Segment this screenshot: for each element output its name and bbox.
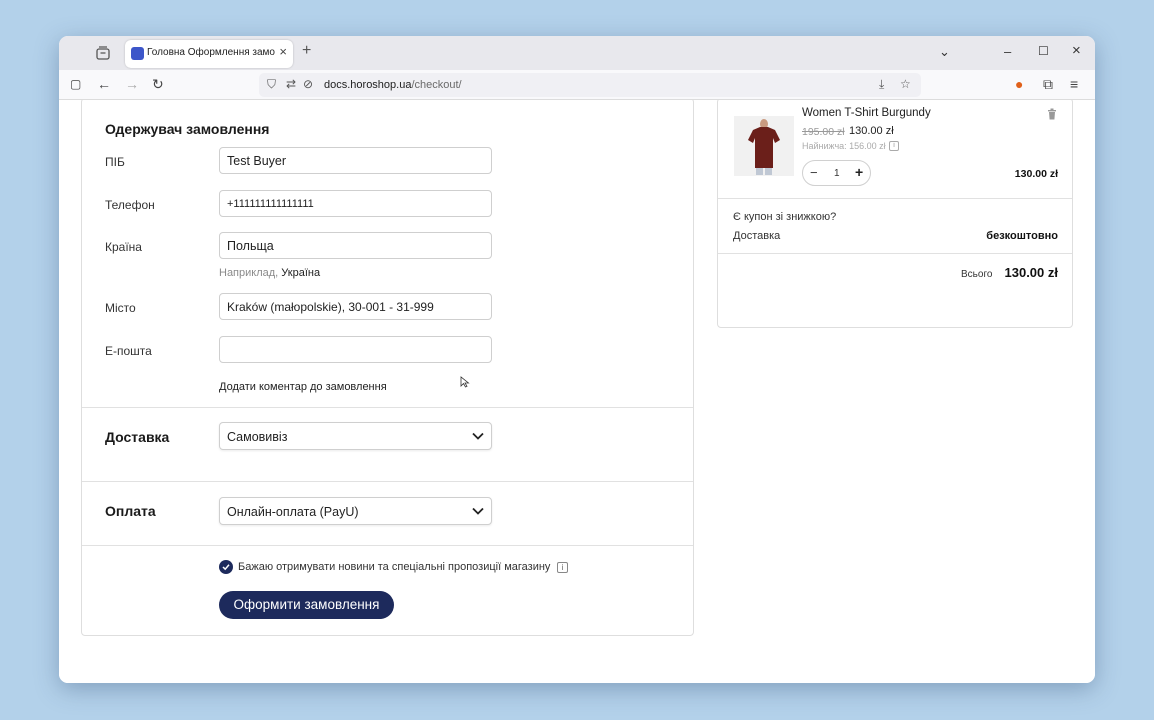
- tab-close-icon[interactable]: ×: [279, 44, 287, 59]
- reload-icon[interactable]: ↻: [152, 76, 164, 93]
- coupon-link[interactable]: Є купон зі знижкою?: [733, 211, 836, 223]
- quantity-stepper: − 1 +: [802, 160, 871, 186]
- checkout-page: Одержувач замовлення ПІБ Test Buyer Теле…: [59, 100, 1095, 683]
- country-label: Країна: [105, 240, 142, 254]
- name-label: ПІБ: [105, 155, 125, 169]
- payment-title: Оплата: [105, 503, 156, 519]
- newsletter-label[interactable]: Бажаю отримувати новини та спеціальні пр…: [238, 561, 550, 573]
- tracking-protection-icon[interactable]: ⊘: [303, 77, 313, 91]
- cart-summary: Women T-Shirt Burgundy 195.00 zł 130.00 …: [717, 100, 1073, 328]
- navigation-bar: ▢ ← → ↻ ⛉ ⇄ ⊘ docs.horoshop.ua/checkout/…: [59, 70, 1095, 100]
- address-bar[interactable]: ⛉ ⇄ ⊘ docs.horoshop.ua/checkout/ ⤓ ☆: [259, 73, 921, 97]
- increase-quantity-button[interactable]: +: [855, 164, 863, 180]
- close-window-icon[interactable]: ×: [1072, 42, 1081, 59]
- old-price: 195.00 zł: [802, 126, 845, 138]
- city-label: Місто: [105, 301, 136, 315]
- country-hint: Наприклад, Україна: [219, 267, 320, 279]
- phone-input[interactable]: +111111111111111: [219, 190, 492, 217]
- info-icon[interactable]: i: [557, 562, 568, 573]
- email-label: E-пошта: [105, 344, 152, 358]
- country-hint-prefix: Наприклад,: [219, 267, 279, 279]
- country-input[interactable]: Польща: [219, 232, 492, 259]
- back-arrow-icon[interactable]: ←: [97, 76, 111, 92]
- decrease-quantity-button[interactable]: −: [810, 165, 818, 180]
- url-host: docs.horoshop.ua: [324, 79, 412, 91]
- delivery-select[interactable]: Самовивіз: [219, 422, 492, 450]
- cart-delivery-value: безкоштовно: [986, 230, 1058, 242]
- tab-title: Головна Оформлення замовлення: [147, 47, 275, 58]
- trash-icon[interactable]: [1047, 108, 1057, 120]
- url-path: /checkout/: [411, 79, 462, 91]
- lowest-price: Найнижча: 156.00 zł: [802, 141, 886, 151]
- delivery-selected: Самовивіз: [227, 430, 288, 444]
- divider: [82, 407, 693, 408]
- divider: [82, 545, 693, 546]
- shield-icon[interactable]: ⛉: [267, 77, 276, 92]
- line-total: 130.00 zł: [1014, 168, 1058, 180]
- divider: [718, 198, 1072, 199]
- payment-selected: Онлайн-оплата (PayU): [227, 505, 359, 519]
- product-image[interactable]: [734, 116, 794, 176]
- current-price: 130.00 zł: [849, 125, 894, 137]
- country-hint-example[interactable]: Україна: [281, 267, 320, 279]
- cart-delivery-label: Доставка: [733, 230, 781, 242]
- payment-select[interactable]: Онлайн-оплата (PayU): [219, 497, 492, 525]
- place-order-button[interactable]: Оформити замовлення: [219, 591, 394, 619]
- lowest-price-info-icon[interactable]: i: [889, 141, 899, 151]
- browser-tab[interactable]: Головна Оформлення замовлення ×: [125, 40, 293, 68]
- quantity-value[interactable]: 1: [834, 168, 840, 179]
- maximize-icon[interactable]: ☐: [1038, 44, 1049, 58]
- sidebar-toggle-icon[interactable]: ▢: [70, 77, 81, 91]
- city-input[interactable]: Kraków (małopolskie), 30-001 - 31-999: [219, 293, 492, 320]
- new-tab-icon[interactable]: +: [302, 42, 311, 60]
- email-input[interactable]: [219, 336, 492, 363]
- menu-icon[interactable]: ≡: [1070, 76, 1078, 92]
- mouse-cursor-icon: [460, 376, 470, 388]
- chevron-down-icon: [472, 507, 484, 515]
- total-value: 130.00 zł: [1004, 265, 1059, 280]
- permissions-icon[interactable]: ⇄: [286, 77, 296, 91]
- browser-window: Головна Оформлення замовлення × + ⌄ – ☐ …: [59, 36, 1095, 683]
- phone-label: Телефон: [105, 198, 155, 212]
- newsletter-checkbox[interactable]: [219, 560, 233, 574]
- checkout-form: Одержувач замовлення ПІБ Test Buyer Теле…: [81, 100, 694, 636]
- forward-arrow-icon[interactable]: →: [125, 76, 139, 92]
- divider: [718, 253, 1072, 254]
- check-icon: [222, 564, 230, 571]
- extensions-icon[interactable]: ⧉: [1043, 76, 1053, 93]
- tab-manager-icon[interactable]: [95, 45, 111, 61]
- name-input[interactable]: Test Buyer: [219, 147, 492, 174]
- tab-list-chevron-icon[interactable]: ⌄: [939, 44, 950, 60]
- product-name[interactable]: Women T-Shirt Burgundy: [802, 107, 931, 119]
- account-icon[interactable]: ●: [1015, 76, 1023, 92]
- minimize-icon[interactable]: –: [1004, 44, 1011, 59]
- delivery-title: Доставка: [105, 429, 170, 445]
- divider: [82, 481, 693, 482]
- title-bar: Головна Оформлення замовлення × + ⌄ – ☐ …: [59, 36, 1095, 70]
- chevron-down-icon: [472, 432, 484, 440]
- url-text[interactable]: docs.horoshop.ua/checkout/: [324, 79, 462, 91]
- download-icon[interactable]: ⤓: [879, 77, 884, 92]
- total-label: Всього: [961, 269, 993, 280]
- bookmark-star-icon[interactable]: ☆: [900, 77, 911, 91]
- recipient-title: Одержувач замовлення: [105, 121, 270, 137]
- site-favicon-icon: [131, 47, 144, 60]
- add-comment-link[interactable]: Додати коментар до замовлення: [219, 381, 387, 393]
